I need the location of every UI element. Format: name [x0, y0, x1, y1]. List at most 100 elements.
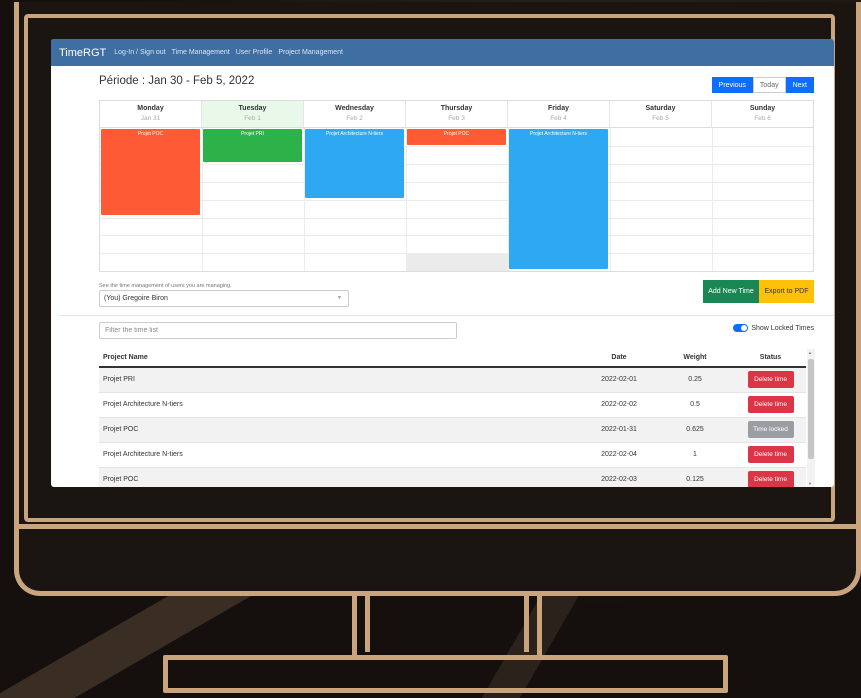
- cell-date: 2022-01-31: [579, 417, 655, 443]
- app-screen: TimeRGT Log-In / Sign out Time Managemen…: [51, 39, 834, 487]
- time-table-wrap: Project Name Date Weight Status Projet P…: [99, 349, 815, 487]
- time-table: Project Name Date Weight Status Projet P…: [99, 349, 806, 487]
- day-date: Feb 6: [754, 115, 771, 122]
- day-date: Feb 3: [448, 115, 465, 122]
- col-status[interactable]: Status: [731, 349, 806, 368]
- next-button[interactable]: Next: [785, 77, 814, 93]
- delete-time-button[interactable]: Delete time: [747, 371, 794, 389]
- table-scrollbar[interactable]: ▲ ▼: [807, 349, 815, 487]
- table-row: Projet POC 2022-02-03 0.125 Delete time: [99, 467, 806, 487]
- row-divider: [100, 200, 813, 201]
- cell-weight: 0.25: [655, 367, 731, 393]
- cell-date: 2022-02-02: [579, 392, 655, 418]
- day-thursday: Thursday Feb 3: [406, 101, 508, 127]
- day-date: Feb 5: [652, 115, 669, 122]
- col-project-name[interactable]: Project Name: [99, 349, 579, 368]
- day-saturday: Saturday Feb 5: [610, 101, 712, 127]
- nav-project-management[interactable]: Project Management: [278, 49, 343, 56]
- cell-weight: 0.125: [655, 467, 731, 487]
- monitor-stand-base: [163, 655, 728, 693]
- row-divider: [100, 235, 813, 236]
- selected-user: (You) Gregoire Biron: [104, 295, 168, 302]
- delete-time-button[interactable]: Delete time: [747, 471, 794, 487]
- day-name: Friday: [547, 105, 569, 112]
- row-divider: [100, 218, 813, 219]
- cell-weight: 0.5: [655, 392, 731, 418]
- row-divider: [100, 182, 813, 183]
- managed-users-label: See the time management of users you are…: [99, 283, 232, 289]
- day-sunday: Sunday Feb 6: [712, 101, 813, 127]
- cell-status: Delete time: [731, 392, 806, 418]
- section-divider: [59, 315, 834, 316]
- table-header-row: Project Name Date Weight Status: [99, 349, 806, 368]
- col-weight[interactable]: Weight: [655, 349, 731, 368]
- table-row: Projet POC 2022-01-31 0.625 Time locked: [99, 417, 806, 443]
- calendar-event[interactable]: Projet POC: [407, 129, 506, 145]
- add-new-time-button[interactable]: Add New Time: [703, 280, 759, 303]
- delete-time-button[interactable]: Delete time: [747, 446, 794, 463]
- day-date: Jan 31: [140, 115, 161, 122]
- scroll-thumb[interactable]: [808, 359, 814, 459]
- previous-button[interactable]: Previous: [711, 77, 753, 93]
- today-button[interactable]: Today: [752, 77, 786, 93]
- day-wednesday: Wednesday Feb 2: [304, 101, 406, 127]
- greyed-slot: [406, 253, 508, 271]
- calendar-event[interactable]: Projet PRI: [203, 129, 302, 162]
- nav-login[interactable]: Log-In / Sign out: [114, 49, 165, 56]
- show-locked-label: Show Locked Times: [751, 324, 814, 332]
- monitor-bezel: [14, 524, 861, 529]
- day-name: Tuesday: [238, 105, 267, 112]
- day-name: Thursday: [440, 105, 473, 112]
- managed-user-select[interactable]: (You) Gregoire Biron ▼: [99, 290, 349, 307]
- scroll-up-icon[interactable]: ▲: [808, 350, 812, 355]
- day-date: Feb 1: [244, 115, 261, 122]
- cell-project: Projet Architecture N-tiers: [99, 392, 579, 418]
- scroll-down-icon[interactable]: ▼: [808, 481, 812, 486]
- day-monday: Monday Jan 31: [100, 101, 202, 127]
- cell-project: Projet POC: [99, 467, 579, 487]
- export-pdf-button[interactable]: Export to PDF: [759, 280, 814, 303]
- show-locked-toggle-wrap: Show Locked Times: [733, 324, 814, 332]
- cell-date: 2022-02-03: [579, 467, 655, 487]
- delete-time-button[interactable]: Delete time: [747, 396, 794, 413]
- show-locked-toggle[interactable]: [733, 324, 749, 332]
- day-date: Feb 2: [346, 115, 363, 122]
- filter-input[interactable]: [99, 322, 457, 339]
- brand-logo[interactable]: TimeRGT: [59, 47, 106, 59]
- table-row: Projet Architecture N-tiers 2022-02-04 1…: [99, 442, 806, 468]
- week-calendar: Monday Jan 31 Tuesday Feb 1 Wednesday Fe…: [99, 100, 814, 272]
- cell-status: Delete time: [731, 367, 806, 393]
- day-name: Wednesday: [335, 105, 374, 112]
- time-locked-badge: Time locked: [747, 421, 794, 438]
- nav-time-management[interactable]: Time Management: [172, 49, 230, 56]
- calendar-event[interactable]: Projet Architecture N-tiers: [305, 129, 404, 198]
- navbar: TimeRGT Log-In / Sign out Time Managemen…: [51, 39, 834, 66]
- monitor-stand-neck: [352, 596, 542, 656]
- day-tuesday: Tuesday Feb 1: [202, 101, 304, 127]
- day-name: Saturday: [645, 105, 676, 112]
- cell-status: Delete time: [731, 442, 806, 468]
- nav-user-profile[interactable]: User Profile: [236, 49, 273, 56]
- cell-project: Projet POC: [99, 417, 579, 443]
- chevron-down-icon: ▼: [337, 295, 342, 301]
- period-header: Période : Jan 30 - Feb 5, 2022 Previous …: [51, 66, 834, 100]
- table-row: Projet PRI 2022-02-01 0.25 Delete time: [99, 367, 806, 393]
- cell-status: Time locked: [731, 417, 806, 443]
- cell-weight: 0.625: [655, 417, 731, 443]
- row-divider: [100, 164, 813, 165]
- calendar-event[interactable]: Projet Architecture N-tiers: [509, 129, 608, 269]
- cell-weight: 1: [655, 442, 731, 468]
- calendar-event[interactable]: Projet POC: [101, 129, 200, 215]
- row-divider: [100, 253, 813, 254]
- calendar-body: Projet POC Projet PRI Projet Architectur…: [100, 128, 813, 271]
- calendar-header: Monday Jan 31 Tuesday Feb 1 Wednesday Fe…: [100, 101, 813, 128]
- cell-status: Delete time: [731, 467, 806, 487]
- cell-project: Projet Architecture N-tiers: [99, 442, 579, 468]
- cell-date: 2022-02-01: [579, 367, 655, 393]
- cell-date: 2022-02-04: [579, 442, 655, 468]
- day-date: Feb 4: [550, 115, 567, 122]
- day-name: Monday: [137, 105, 164, 112]
- day-friday: Friday Feb 4: [508, 101, 610, 127]
- col-date[interactable]: Date: [579, 349, 655, 368]
- cell-project: Projet PRI: [99, 367, 579, 393]
